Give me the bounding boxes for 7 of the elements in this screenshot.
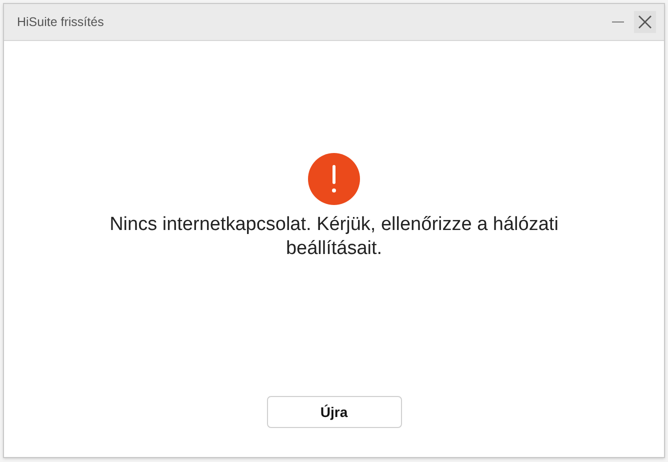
error-message: Nincs internetkapcsolat. Kérjük, ellenőrizze a hálózati beállításait. [108,213,560,261]
retry-button[interactable]: Újra [266,396,402,428]
close-icon [638,15,652,29]
close-button[interactable] [634,11,656,33]
minimize-icon [612,21,624,23]
window-title: HiSuite frissítés [17,14,104,31]
error-icon [308,153,360,205]
